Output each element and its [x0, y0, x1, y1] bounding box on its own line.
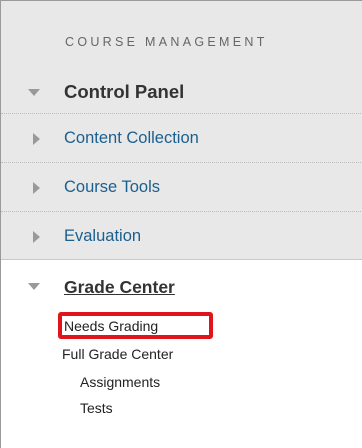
grade-center-link[interactable]: Grade Center — [64, 277, 175, 298]
menu-item-label[interactable]: Course Tools — [64, 178, 160, 197]
control-panel-header[interactable]: Control Panel — [1, 69, 362, 113]
expanded-triangle-icon[interactable] — [28, 283, 40, 290]
course-management-panel: COURSE MANAGEMENT Control Panel Content … — [0, 0, 362, 448]
needs-grading-link[interactable]: Needs Grading — [64, 318, 158, 334]
control-panel-title: Control Panel — [64, 81, 185, 102]
full-grade-center-link[interactable]: Full Grade Center — [62, 346, 173, 362]
menu-item-course-tools[interactable]: Course Tools — [1, 162, 362, 213]
expanded-triangle-icon[interactable] — [28, 89, 40, 96]
menu-item-label[interactable]: Content Collection — [64, 129, 199, 148]
menu-item-content-collection[interactable]: Content Collection — [1, 113, 362, 164]
menu-item-label[interactable]: Evaluation — [64, 227, 141, 246]
assignments-link[interactable]: Assignments — [80, 374, 160, 390]
collapsed-triangle-icon[interactable] — [33, 133, 40, 145]
grade-center-section: Grade Center Needs Grading Full Grade Ce… — [1, 259, 362, 448]
collapsed-triangle-icon[interactable] — [33, 231, 40, 243]
collapsed-triangle-icon[interactable] — [33, 182, 40, 194]
tests-link[interactable]: Tests — [80, 400, 113, 416]
course-management-heading: COURSE MANAGEMENT — [65, 35, 268, 49]
menu-item-evaluation[interactable]: Evaluation — [1, 211, 362, 262]
